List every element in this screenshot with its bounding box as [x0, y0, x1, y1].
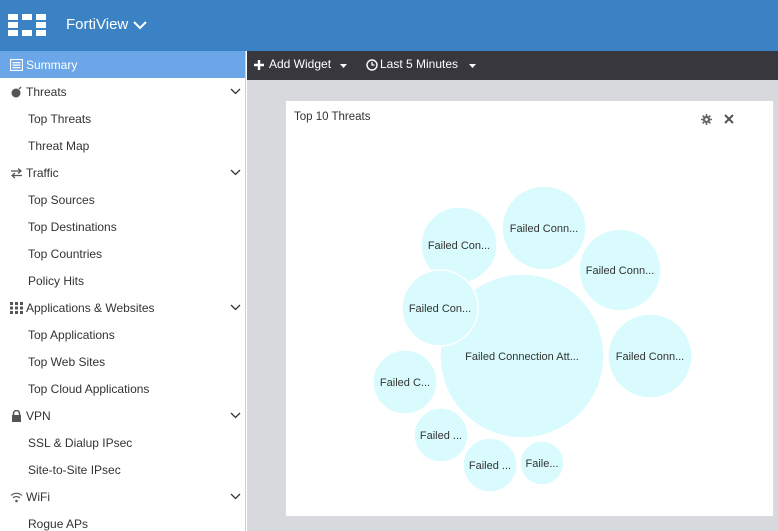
add-widget-label: Add Widget [269, 57, 332, 71]
threat-bubble-label: Failed ... [469, 460, 511, 472]
sidebar-section-wifi[interactable]: WiFi [0, 483, 245, 510]
sidebar-item-label: Policy Hits [28, 274, 85, 288]
chevron-down-icon[interactable] [230, 493, 241, 500]
threat-bubble-label: Failed Con... [428, 240, 490, 252]
sidebar-item-top-cloud-applications[interactable]: Top Cloud Applications [0, 375, 245, 402]
sidebar-item-top-web-sites[interactable]: Top Web Sites [0, 348, 245, 375]
sidebar-item-label: Threat Map [28, 139, 90, 153]
sidebar-section-applications[interactable]: Applications & Websites [0, 294, 245, 321]
chevron-down-icon[interactable] [230, 412, 241, 419]
sidebar-section-label: VPN [26, 409, 51, 423]
sidebar-item-label: Top Sources [28, 193, 95, 207]
sidebar-item-label: Top Applications [28, 328, 115, 342]
chevron-down-icon[interactable] [133, 21, 147, 30]
exchange-arrows-icon [11, 168, 22, 179]
time-range-label: Last 5 Minutes [380, 57, 459, 71]
sidebar-item-rogue-aps[interactable]: Rogue APs [0, 510, 245, 531]
wifi-icon [10, 492, 23, 503]
sidebar-section-label: Traffic [26, 166, 59, 180]
plus-icon [254, 60, 264, 70]
sidebar-section-label: Threats [26, 85, 67, 99]
threat-bubble-label: Failed Conn... [616, 351, 684, 363]
caret-down-icon [340, 64, 347, 68]
fortinet-logo-icon[interactable] [8, 14, 46, 36]
lock-icon [12, 410, 21, 422]
sidebar-item-policy-hits[interactable]: Policy Hits [0, 267, 245, 294]
sidebar-item-label: Site-to-Site IPsec [28, 463, 121, 477]
threat-bubble-label: Failed Conn... [586, 265, 654, 277]
top-threats-widget: Top 10 Threats Failed Connection Att... F… [285, 100, 774, 517]
sidebar-item-top-threats[interactable]: Top Threats [0, 105, 245, 132]
top-header: FortiView [0, 0, 778, 51]
summary-icon [10, 59, 23, 71]
sidebar-item-label: Top Destinations [28, 220, 117, 234]
sidebar-section-label: Applications & Websites [26, 301, 155, 315]
chevron-down-icon[interactable] [230, 169, 241, 176]
chevron-down-icon[interactable] [230, 88, 241, 95]
caret-down-icon [469, 64, 476, 68]
sidebar-section-traffic[interactable]: Traffic [0, 159, 245, 186]
bomb-icon [11, 86, 22, 98]
threat-bubble-label: Failed Connection Att... [465, 351, 579, 363]
threat-bubble-label: Faile... [525, 458, 558, 470]
sidebar-item-label: Top Countries [28, 247, 103, 261]
sidebar-item-summary[interactable]: Summary [0, 51, 245, 78]
sidebar-item-label: Top Cloud Applications [28, 382, 150, 396]
threat-bubble-label: Failed Con... [409, 303, 471, 315]
sidebar-item-top-countries[interactable]: Top Countries [0, 240, 245, 267]
threat-bubble-label: Failed C... [380, 377, 430, 389]
sidebar-item-site-to-site-ipsec[interactable]: Site-to-Site IPsec [0, 456, 245, 483]
sidebar-item-top-applications[interactable]: Top Applications [0, 321, 245, 348]
sidebar-item-label: SSL & Dialup IPsec [28, 436, 133, 450]
grid-icon [10, 302, 23, 314]
sidebar-item-label: Top Web Sites [28, 355, 106, 369]
sidebar-item-label: Summary [26, 58, 78, 72]
sidebar-item-ssl-dialup-ipsec[interactable]: SSL & Dialup IPsec [0, 429, 245, 456]
sidebar-section-label: WiFi [26, 490, 50, 504]
app-title[interactable]: FortiView [66, 16, 128, 33]
threat-bubble-label: Failed Conn... [510, 223, 578, 235]
sidebar-item-top-sources[interactable]: Top Sources [0, 186, 245, 213]
clock-icon [366, 59, 378, 71]
sidebar-section-threats[interactable]: Threats [0, 78, 245, 105]
dashboard-toolbar: Add Widget Last 5 Minutes [247, 51, 778, 80]
sidebar-nav: Summary Threats Top Threats Threat Map T… [0, 51, 246, 531]
sidebar-item-label: Rogue APs [28, 517, 89, 531]
threats-bubble-chart: Failed Connection Att... Failed Conn... Fa… [372, 185, 693, 493]
sidebar-item-label: Top Threats [28, 112, 92, 126]
threat-bubble-label: Failed ... [420, 430, 462, 442]
sidebar-section-vpn[interactable]: VPN [0, 402, 245, 429]
sidebar-item-threat-map[interactable]: Threat Map [0, 132, 245, 159]
sidebar-item-top-destinations[interactable]: Top Destinations [0, 213, 245, 240]
chevron-down-icon[interactable] [230, 304, 241, 311]
